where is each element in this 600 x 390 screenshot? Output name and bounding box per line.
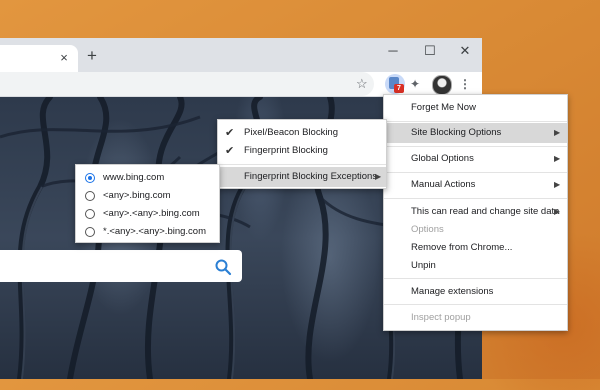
menu-separator — [384, 304, 567, 305]
radio-selected-icon — [85, 173, 95, 183]
menu-item-unpin[interactable]: Unpin — [384, 256, 567, 276]
menu-separator — [218, 164, 386, 165]
profile-avatar[interactable] — [432, 75, 452, 95]
search-icon[interactable] — [214, 258, 232, 276]
extension-context-menu: Forget Me Now Site Blocking Options ▶ Gl… — [383, 94, 568, 331]
new-tab-icon[interactable]: + — [84, 47, 100, 64]
menu-item-global-options[interactable]: Global Options ▶ — [384, 149, 567, 169]
menu-item-pixel-beacon-blocking[interactable]: ✔ Pixel/Beacon Blocking — [218, 123, 386, 143]
menu-separator — [384, 121, 567, 122]
forget-me-now-extension-button[interactable]: 7 — [385, 74, 405, 94]
submenu-arrow-icon: ▶ — [554, 128, 561, 137]
site-blocking-submenu: ✔ Pixel/Beacon Blocking ✔ Fingerprint Bl… — [217, 119, 387, 189]
menu-separator — [384, 172, 567, 173]
extensions-puzzle-icon[interactable]: ✦ — [410, 76, 420, 92]
radio-unselected-icon — [85, 209, 95, 219]
radio-option-any-bing-com[interactable]: <any>.bing.com — [76, 186, 219, 206]
checkmark-icon: ✔ — [225, 145, 235, 157]
submenu-arrow-icon: ▶ — [554, 207, 561, 216]
submenu-arrow-icon: ▶ — [554, 154, 561, 163]
menu-item-site-access[interactable]: This can read and change site data ▶ — [384, 202, 567, 222]
extension-badge: 7 — [394, 84, 404, 93]
menu-item-fingerprint-blocking[interactable]: ✔ Fingerprint Blocking — [218, 141, 386, 161]
title-bar: × + ─ ☐ ✕ — [0, 38, 482, 72]
radio-option-any-any-bing-com[interactable]: <any>.<any>.bing.com — [76, 204, 219, 224]
minimize-icon[interactable]: ─ — [384, 43, 402, 59]
tab-close-icon[interactable]: × — [57, 51, 71, 65]
radio-unselected-icon — [85, 191, 95, 201]
radio-option-wildcard-any-any-bing-com[interactable]: *.<any>.<any>.bing.com — [76, 222, 219, 242]
menu-item-fingerprint-blocking-exceptions[interactable]: Fingerprint Blocking Exceptions ▶ — [218, 167, 386, 187]
submenu-arrow-icon: ▶ — [375, 172, 382, 181]
active-tab[interactable]: × — [0, 45, 78, 72]
bing-search-box[interactable] — [0, 250, 242, 282]
checkmark-icon: ✔ — [225, 127, 235, 139]
bookmark-star-icon[interactable]: ☆ — [356, 76, 368, 92]
menu-item-manage-extensions[interactable]: Manage extensions — [384, 282, 567, 302]
maximize-icon[interactable]: ☐ — [421, 43, 439, 59]
submenu-arrow-icon: ▶ — [554, 180, 561, 189]
browser-menu-icon[interactable]: ⋮ — [459, 76, 471, 92]
menu-item-options: Options — [411, 224, 444, 235]
close-window-icon[interactable]: ✕ — [456, 43, 474, 59]
menu-separator — [384, 278, 567, 279]
radio-unselected-icon — [85, 227, 95, 237]
radio-option-www-bing-com[interactable]: www.bing.com — [76, 168, 219, 188]
menu-item-remove-from-chrome[interactable]: Remove from Chrome... — [384, 238, 567, 258]
menu-item-inspect-popup: Inspect popup — [411, 312, 471, 323]
address-bar[interactable] — [0, 72, 374, 96]
menu-item-forget-me-now[interactable]: Forget Me Now — [384, 98, 567, 118]
exceptions-submenu: www.bing.com <any>.bing.com <any>.<any>.… — [75, 164, 220, 243]
menu-item-site-blocking-options[interactable]: Site Blocking Options ▶ — [384, 123, 567, 143]
menu-item-manual-actions[interactable]: Manual Actions ▶ — [384, 175, 567, 195]
menu-separator — [384, 198, 567, 199]
menu-separator — [384, 146, 567, 147]
